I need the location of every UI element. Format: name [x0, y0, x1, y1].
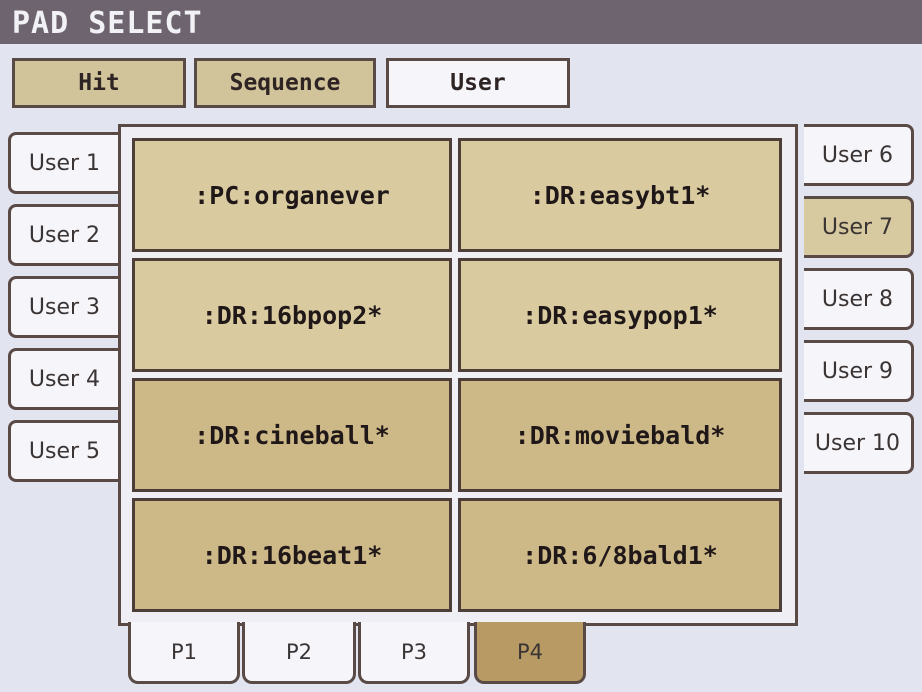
pad-button-3[interactable]: :DR:16bpop2* — [132, 258, 452, 372]
pad-button-5[interactable]: :DR:cineball* — [132, 378, 452, 492]
title-bar: PAD SELECT — [0, 0, 922, 44]
bank-tab-user-3[interactable]: User 3 — [8, 276, 118, 338]
bank-tab-user-10[interactable]: User 10 — [804, 412, 914, 474]
bank-tab-user-6[interactable]: User 6 — [804, 124, 914, 186]
bank-tab-user-5[interactable]: User 5 — [8, 420, 118, 482]
tab-user[interactable]: User — [386, 58, 570, 108]
page-title: PAD SELECT — [12, 6, 203, 41]
page-tab-p2[interactable]: P2 — [242, 622, 356, 684]
tab-sequence[interactable]: Sequence — [194, 58, 376, 108]
pad-button-4[interactable]: :DR:easypop1* — [458, 258, 782, 372]
bank-tab-user-8[interactable]: User 8 — [804, 268, 914, 330]
pad-button-2[interactable]: :DR:easybt1* — [458, 138, 782, 252]
page-tab-p4[interactable]: P4 — [474, 622, 586, 684]
page-tab-p1[interactable]: P1 — [128, 622, 240, 684]
bank-tab-user-1[interactable]: User 1 — [8, 132, 118, 194]
bank-tab-user-4[interactable]: User 4 — [8, 348, 118, 410]
bank-tab-user-2[interactable]: User 2 — [8, 204, 118, 266]
bank-tab-user-9[interactable]: User 9 — [804, 340, 914, 402]
bank-tab-user-7[interactable]: User 7 — [804, 196, 914, 258]
pad-button-1[interactable]: :PC:organever — [132, 138, 452, 252]
pad-button-6[interactable]: :DR:moviebald* — [458, 378, 782, 492]
pad-button-8[interactable]: :DR:6/8bald1* — [458, 498, 782, 612]
tab-hit[interactable]: Hit — [12, 58, 186, 108]
page-tab-p3[interactable]: P3 — [358, 622, 470, 684]
pad-button-7[interactable]: :DR:16beat1* — [132, 498, 452, 612]
